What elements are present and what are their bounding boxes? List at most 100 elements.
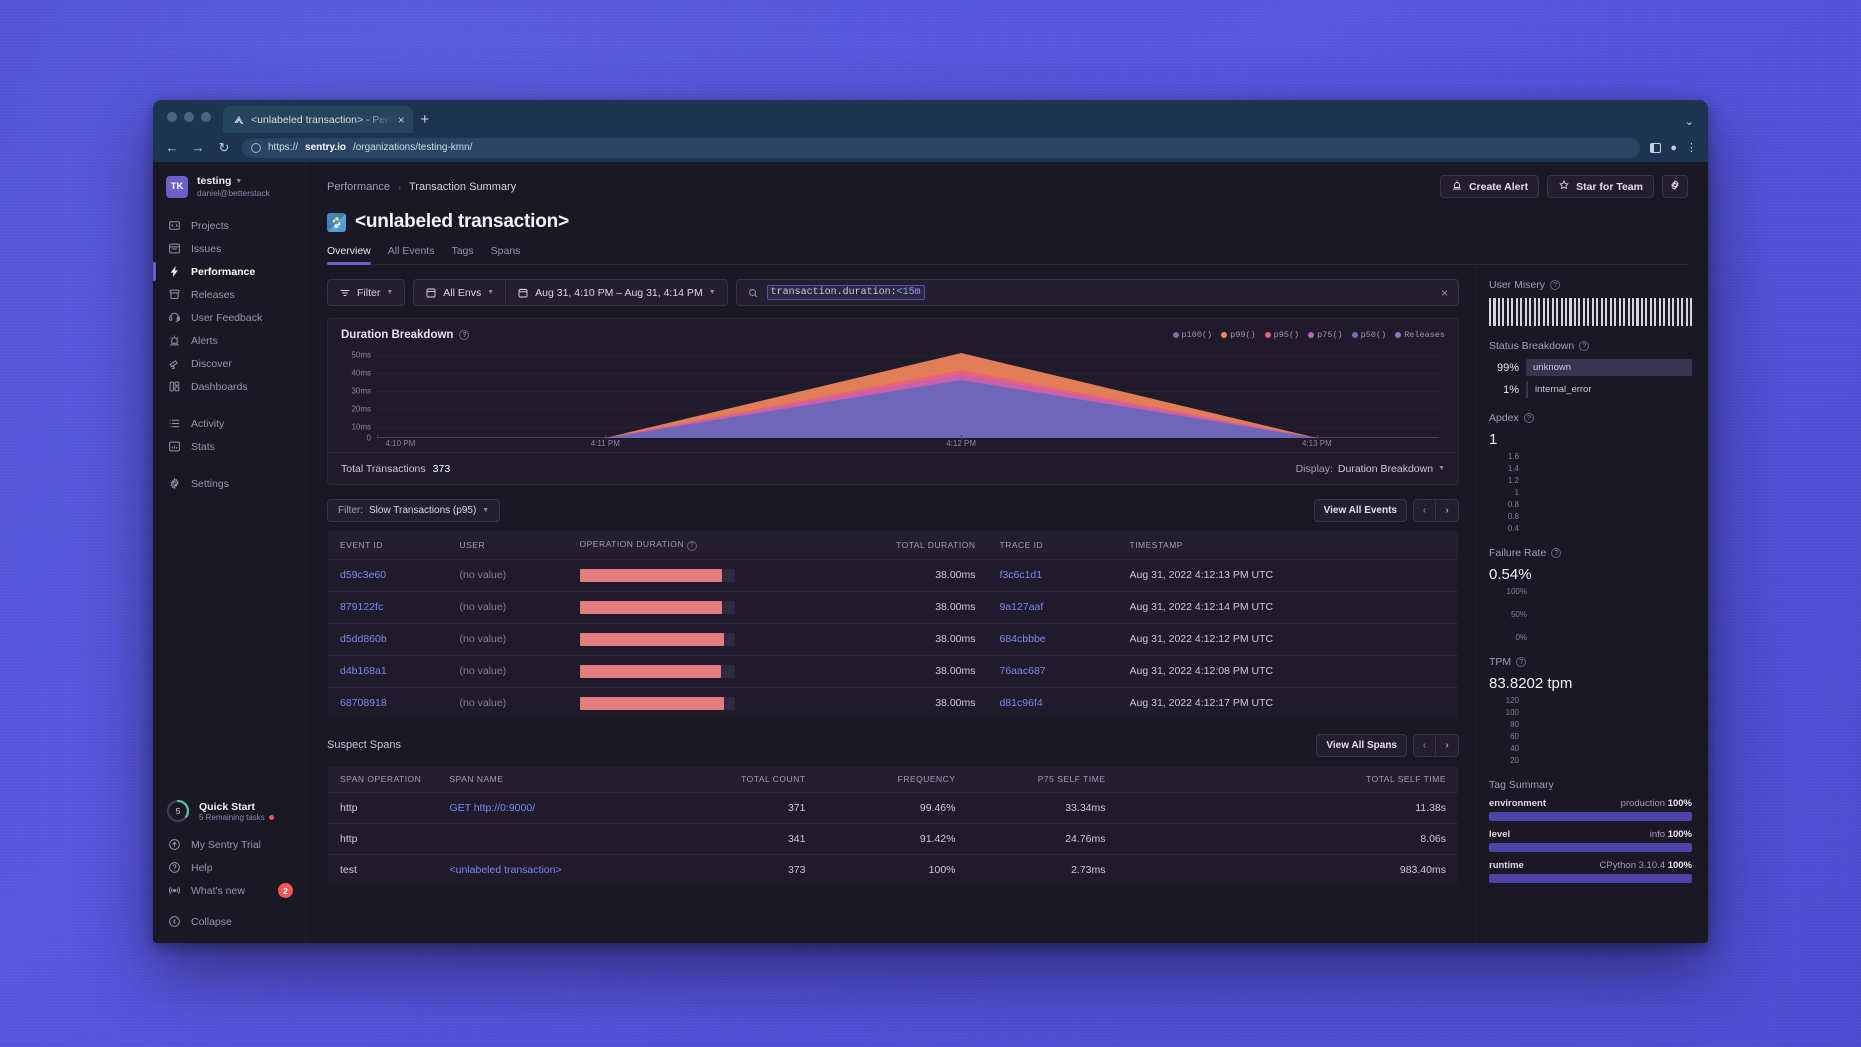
tab-spans[interactable]: Spans [491, 245, 521, 264]
table-row[interactable]: http GET http://0:9000/ 371 99.46% 33.34… [328, 792, 1458, 824]
sidepanel-icon[interactable] [1650, 142, 1662, 153]
status-row[interactable]: 1% internal_error [1489, 381, 1692, 398]
legend-item[interactable]: p100() [1172, 330, 1212, 340]
create-alert-button[interactable]: Create Alert [1439, 175, 1540, 198]
question-icon[interactable]: ? [1550, 280, 1561, 290]
sidebar-item-user-feedback[interactable]: User Feedback [153, 306, 305, 329]
column-span-name[interactable]: SPAN NAME [437, 765, 678, 793]
filter-button[interactable]: Filter ▼ [327, 279, 406, 306]
maximize-window-button[interactable] [201, 111, 211, 122]
column-span-operation[interactable]: SPAN OPERATION [328, 765, 438, 793]
tab-overview[interactable]: Overview [327, 245, 371, 265]
column-frequency[interactable]: FREQUENCY [817, 765, 968, 793]
quick-start[interactable]: 5 Quick Start 5 Remaining tasks [153, 795, 305, 833]
cell-trace-id[interactable]: d81c96f4 [987, 687, 1118, 719]
menu-icon[interactable]: ⋮ [1686, 141, 1697, 154]
question-icon[interactable]: ? [459, 330, 470, 340]
window-controls[interactable] [167, 100, 223, 133]
sidebar-item-my-sentry-trial[interactable]: My Sentry Trial [153, 833, 305, 856]
star-for-team-button[interactable]: Star for Team [1547, 175, 1654, 198]
cell-event-id[interactable]: d5dd860b [328, 623, 448, 656]
column-timestamp[interactable]: TIMESTAMP [1117, 530, 1458, 560]
tag-row[interactable]: runtime CPython 3.10.4 100% [1489, 860, 1692, 883]
column-event-id[interactable]: EVENT ID [328, 530, 448, 560]
search-input[interactable]: transaction.duration:<15m × [735, 279, 1459, 306]
display-selector[interactable]: Display: Duration Breakdown ▼ [1296, 463, 1445, 475]
table-row[interactable]: d59c3e60 (no value) 38.00ms f3c6c1d1 Aug… [328, 559, 1458, 592]
back-button[interactable]: ← [164, 140, 180, 155]
sidebar-item-performance[interactable]: Performance [153, 260, 305, 283]
question-icon[interactable]: ? [1516, 657, 1527, 667]
events-filter-dropdown[interactable]: Filter: Slow Transactions (p95) ▼ [327, 499, 501, 522]
sidebar-item-projects[interactable]: Projects [153, 214, 305, 237]
table-row[interactable]: 879122fc (no value) 38.00ms 9a127aaf Aug… [328, 591, 1458, 624]
sidebar-item-dashboards[interactable]: Dashboards [153, 375, 305, 398]
sidebar-item-alerts[interactable]: Alerts [153, 329, 305, 352]
table-row[interactable]: d4b168a1 (no value) 38.00ms 76aac687 Aug… [328, 655, 1458, 688]
sidebar-item-releases[interactable]: Releases [153, 283, 305, 306]
column-trace-id[interactable]: TRACE ID [987, 530, 1118, 560]
spans-next-page-button[interactable]: › [1436, 733, 1459, 757]
clear-search-button[interactable]: × [1441, 286, 1448, 300]
legend-item[interactable]: Releases [1395, 330, 1445, 340]
url-input[interactable]: https:// sentry.io/organizations/testing-… [242, 137, 1641, 158]
events-prev-page-button[interactable]: ‹ [1413, 499, 1436, 522]
close-tab-button[interactable]: × [398, 114, 405, 126]
status-row[interactable]: 99% unknown [1489, 359, 1692, 376]
sidebar-item-discover[interactable]: Discover [153, 352, 305, 375]
forward-button[interactable]: → [190, 140, 206, 155]
column-user[interactable]: USER [447, 530, 568, 560]
tag-row[interactable]: environment production 100% [1489, 798, 1692, 821]
table-row[interactable]: test <unlabeled transaction> 373 100% 2.… [328, 854, 1458, 885]
cell-trace-id[interactable]: 76aac687 [987, 655, 1118, 688]
profile-icon[interactable]: ● [1670, 142, 1677, 154]
org-switcher[interactable]: TK testing ▼ daniel@betterstack [153, 175, 305, 212]
view-all-spans-button[interactable]: View All Spans [1316, 733, 1407, 757]
minimize-window-button[interactable] [184, 111, 194, 122]
table-row[interactable]: http 341 91.42% 24.76ms 8.06s [328, 823, 1458, 855]
cell-trace-id[interactable]: f3c6c1d1 [987, 559, 1118, 592]
close-window-button[interactable] [167, 111, 177, 122]
question-icon[interactable]: ? [1523, 413, 1534, 423]
question-icon[interactable]: ? [686, 540, 697, 551]
table-row[interactable]: 68708918 (no value) 38.00ms d81c96f4 Aug… [328, 687, 1458, 719]
chevron-down-icon[interactable]: ⌄ [1685, 115, 1694, 128]
new-tab-button[interactable]: + [413, 106, 437, 133]
browser-tab[interactable]: <unlabeled transaction> - Perf × [223, 106, 413, 133]
sidebar-item-whats-new[interactable]: What's new 2 [153, 879, 305, 902]
legend-item[interactable]: p95() [1264, 330, 1299, 340]
sidebar-item-activity[interactable]: Activity [153, 412, 305, 435]
question-icon[interactable]: ? [1579, 341, 1590, 351]
duration-breakdown-chart[interactable]: 50ms 40ms 30ms 20ms 10ms 0 4:10 PM 4:11 … [341, 347, 1445, 452]
column-total-self-time[interactable]: TOTAL SELF TIME [1117, 765, 1458, 793]
sidebar-item-issues[interactable]: Issues [153, 237, 305, 260]
cell-event-id[interactable]: 879122fc [328, 591, 448, 624]
events-next-page-button[interactable]: › [1436, 499, 1459, 522]
legend-item[interactable]: p50() [1351, 330, 1386, 340]
legend-item[interactable]: p99() [1221, 330, 1256, 340]
cell-trace-id[interactable]: 684cbbbe [987, 623, 1118, 656]
cell-span-name[interactable] [437, 823, 678, 855]
tag-row[interactable]: level info 100% [1489, 829, 1692, 852]
cell-span-name[interactable]: <unlabeled transaction> [437, 854, 678, 885]
reload-button[interactable]: ↻ [216, 140, 232, 156]
cell-trace-id[interactable]: 9a127aaf [987, 591, 1118, 624]
view-all-events-button[interactable]: View All Events [1313, 499, 1407, 522]
column-p75-self-time[interactable]: P75 SELF TIME [967, 765, 1118, 793]
spans-prev-page-button[interactable]: ‹ [1413, 733, 1436, 757]
legend-item[interactable]: p75() [1308, 330, 1343, 340]
cell-event-id[interactable]: d59c3e60 [328, 559, 448, 592]
sidebar-item-collapse[interactable]: Collapse [153, 910, 305, 933]
environment-selector[interactable]: All Envs ▼ [414, 280, 505, 305]
breadcrumb-performance[interactable]: Performance [327, 181, 390, 193]
sidebar-item-settings[interactable]: Settings [153, 472, 305, 495]
column-operation-duration[interactable]: OPERATION DURATION ? [567, 530, 868, 560]
column-total-duration[interactable]: TOTAL DURATION [867, 530, 988, 560]
sidebar-item-help[interactable]: Help [153, 856, 305, 879]
tab-all-events[interactable]: All Events [388, 245, 435, 264]
table-row[interactable]: d5dd860b (no value) 38.00ms 684cbbbe Aug… [328, 623, 1458, 656]
question-icon[interactable]: ? [1551, 548, 1562, 558]
tab-tags[interactable]: Tags [451, 245, 473, 264]
settings-button[interactable] [1662, 175, 1688, 198]
date-range-selector[interactable]: Aug 31, 4:10 PM – Aug 31, 4:14 PM ▼ [505, 280, 726, 305]
